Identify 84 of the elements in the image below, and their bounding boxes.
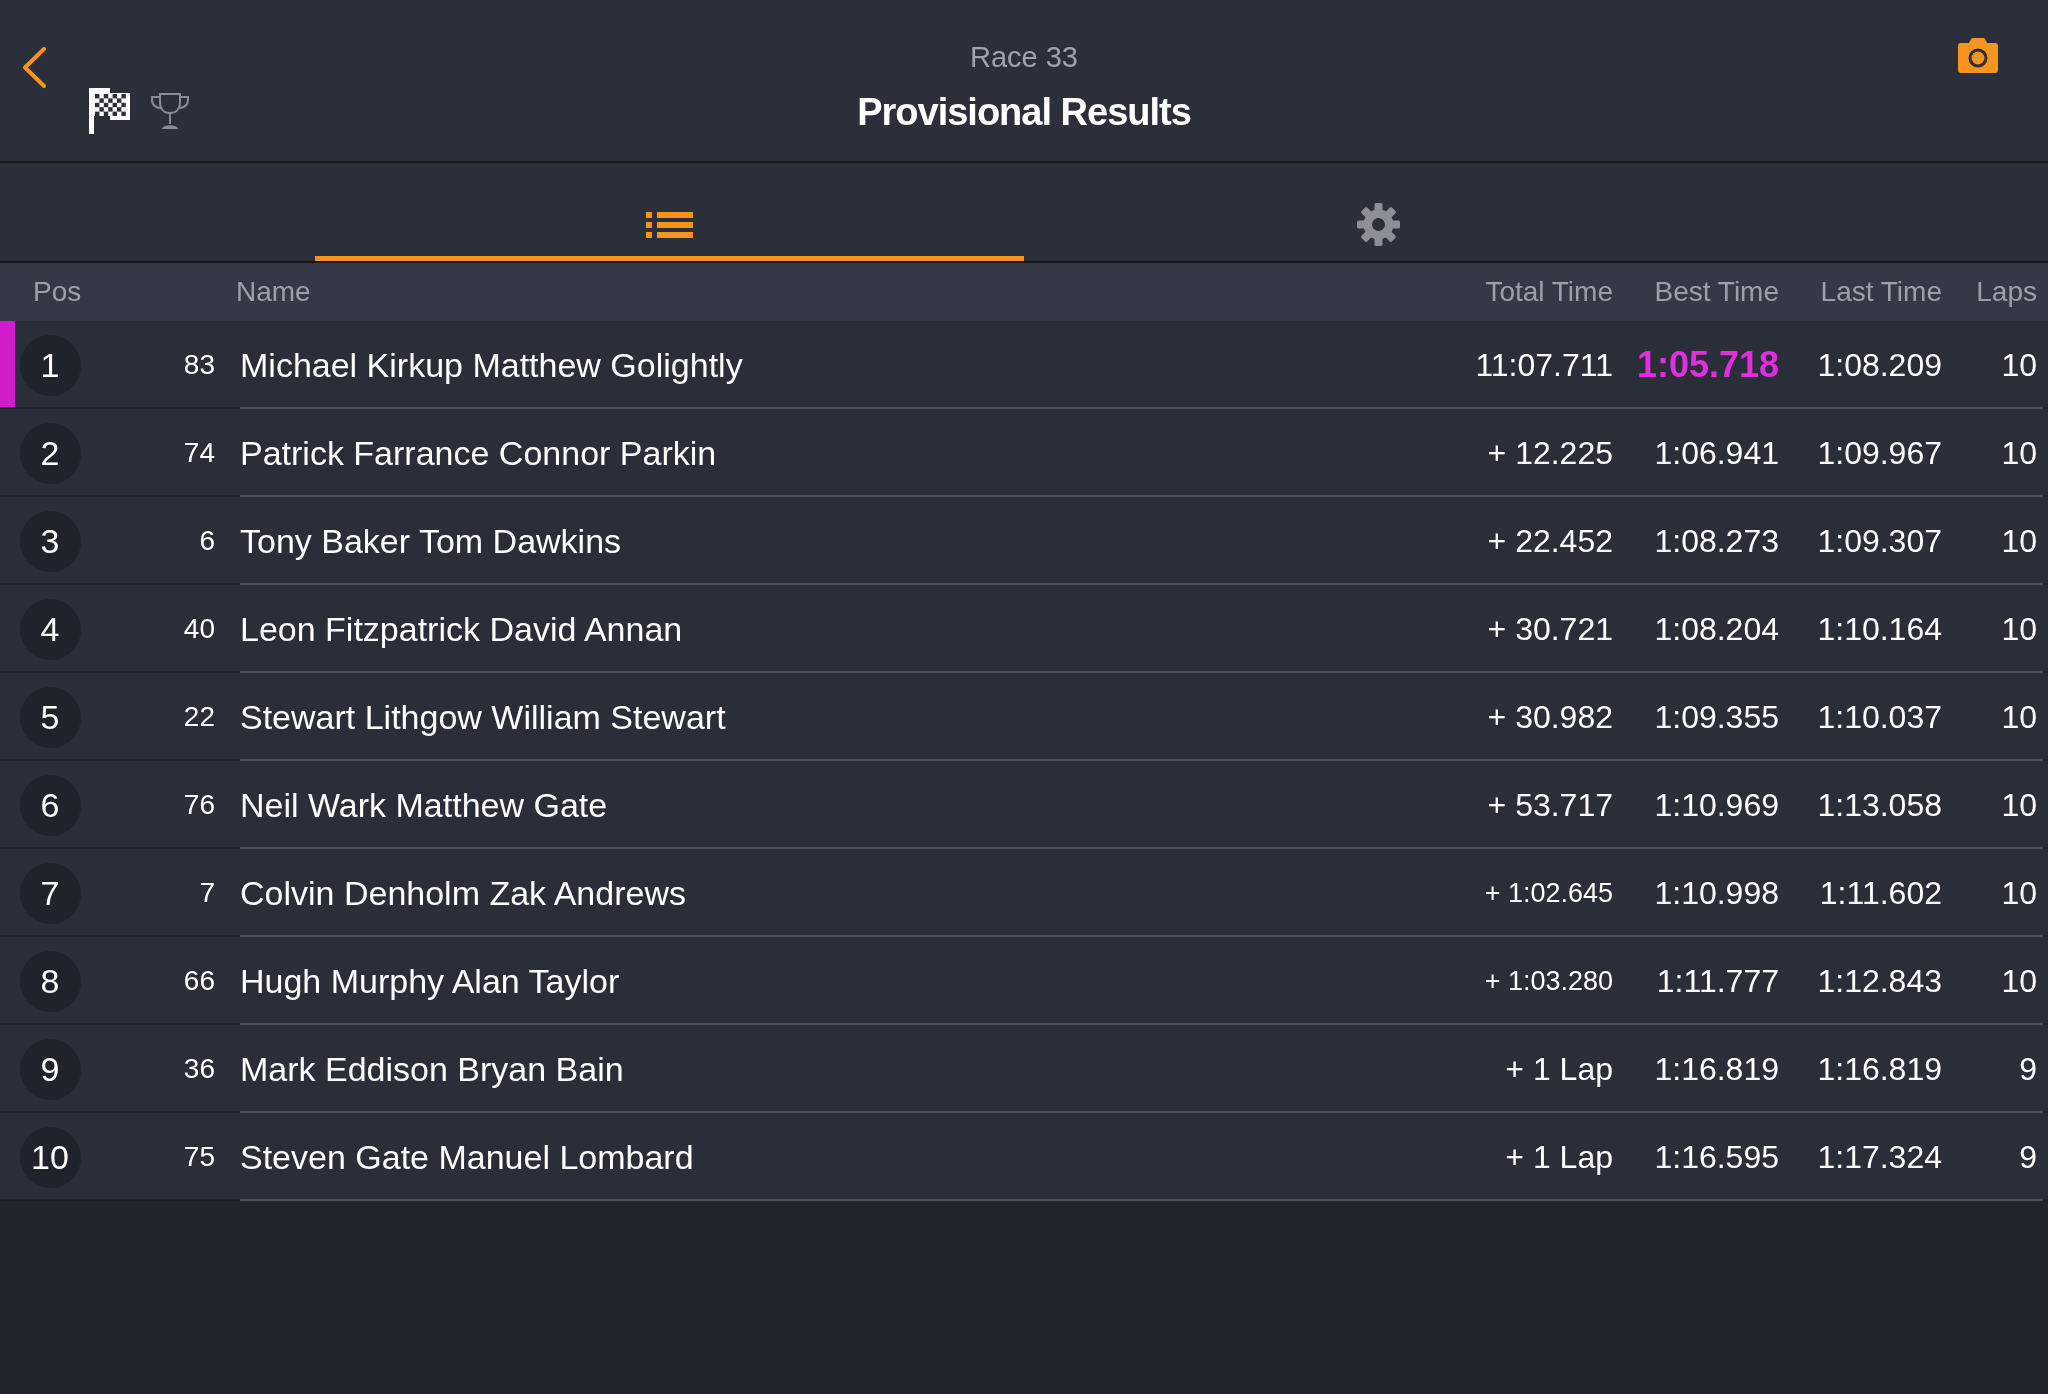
position-badge: 1 [19, 334, 81, 396]
car-number: 6 [199, 525, 215, 557]
total-time: 11:07.711 [1475, 346, 1613, 384]
driver-names: Neil Wark Matthew Gate [240, 785, 608, 825]
car-number: 74 [183, 437, 215, 469]
driver-names: Colvin Denholm Zak Andrews [240, 873, 686, 913]
driver-names: Leon Fitzpatrick David Annan [240, 609, 683, 649]
best-time: 1:08.273 [1654, 522, 1779, 560]
column-header: Best Time [1654, 276, 1779, 308]
best-time: 1:09.355 [1654, 698, 1779, 736]
last-time: 1:17.324 [1817, 1138, 1942, 1176]
last-time: 1:11.602 [1819, 874, 1942, 912]
last-time: 1:12.843 [1817, 962, 1942, 1000]
page-title: Provisional Results [857, 90, 1191, 134]
driver-names: Patrick Farrance Connor Parkin [240, 433, 717, 473]
total-time: + 12.225 [1487, 434, 1613, 472]
camera-icon[interactable] [1958, 38, 1998, 73]
total-time: + 22.452 [1487, 522, 1613, 560]
driver-names: Stewart Lithgow William Stewart [240, 697, 726, 737]
last-time: 1:09.307 [1817, 522, 1942, 560]
car-number: 75 [183, 1141, 215, 1173]
car-number: 66 [183, 965, 215, 997]
car-number: 36 [183, 1053, 215, 1085]
laps-count: 10 [2001, 874, 2037, 912]
best-time: 1:10.969 [1654, 786, 1779, 824]
laps-count: 10 [2001, 698, 2037, 736]
position-badge: 4 [19, 598, 81, 660]
last-time: 1:09.967 [1817, 434, 1942, 472]
column-header: Last Time [1820, 276, 1942, 308]
list-icon [646, 211, 693, 238]
total-time: + 1:02.645 [1484, 877, 1613, 909]
driver-names: Mark Eddison Bryan Bain [240, 1049, 624, 1089]
driver-names: Hugh Murphy Alan Taylor [240, 961, 620, 1001]
total-time: + 53.717 [1487, 786, 1613, 824]
laps-count: 10 [2001, 434, 2037, 472]
best-time: 1:08.204 [1654, 610, 1779, 648]
position-badge: 6 [19, 774, 81, 836]
back-icon[interactable] [22, 47, 47, 88]
last-time: 1:16.819 [1817, 1050, 1942, 1088]
position-badge: 5 [19, 686, 81, 748]
best-time: 1:11.777 [1656, 962, 1779, 1000]
last-time: 1:08.209 [1817, 346, 1942, 384]
last-time: 1:13.058 [1817, 786, 1942, 824]
best-time: 1:16.595 [1654, 1138, 1779, 1176]
last-time: 1:10.037 [1817, 698, 1942, 736]
total-time: + 1 Lap [1505, 1050, 1613, 1088]
column-header: Name [236, 276, 311, 308]
laps-count: 9 [2019, 1050, 2037, 1088]
best-time: 1:16.819 [1654, 1050, 1779, 1088]
driver-names: Steven Gate Manuel Lombard [240, 1137, 694, 1177]
position-badge: 8 [19, 950, 81, 1012]
race-name: Race 33 [970, 40, 1078, 74]
car-number: 40 [183, 613, 215, 645]
car-number: 7 [199, 877, 215, 909]
total-time: + 1 Lap [1505, 1138, 1613, 1176]
laps-count: 10 [2001, 522, 2037, 560]
last-time: 1:10.164 [1817, 610, 1942, 648]
position-badge: 7 [19, 862, 81, 924]
total-time: + 1:03.280 [1484, 965, 1613, 997]
column-header: Total Time [1485, 276, 1613, 308]
total-time: + 30.721 [1487, 610, 1613, 648]
best-time: 1:05.718 [1636, 344, 1779, 386]
position-badge: 9 [19, 1038, 81, 1100]
car-number: 76 [183, 789, 215, 821]
laps-count: 10 [2001, 346, 2037, 384]
best-time: 1:06.941 [1654, 434, 1779, 472]
laps-count: 10 [2001, 786, 2037, 824]
laps-count: 10 [2001, 962, 2037, 1000]
car-number: 22 [183, 701, 215, 733]
car-number: 83 [183, 349, 215, 381]
best-time: 1:10.998 [1654, 874, 1779, 912]
settings-icon [1357, 203, 1400, 246]
checkered-flag-icon[interactable] [89, 88, 130, 134]
position-badge: 10 [19, 1126, 81, 1188]
total-time: + 30.982 [1487, 698, 1613, 736]
column-header: Laps [1976, 276, 2037, 308]
driver-names: Tony Baker Tom Dawkins [240, 521, 622, 561]
laps-count: 9 [2019, 1138, 2037, 1176]
driver-names: Michael Kirkup Matthew Golightly [240, 345, 743, 385]
position-badge: 3 [19, 510, 81, 572]
laps-count: 10 [2001, 610, 2037, 648]
position-badge: 2 [19, 422, 81, 484]
column-header: Pos [33, 276, 82, 308]
trophy-icon[interactable] [150, 92, 190, 129]
